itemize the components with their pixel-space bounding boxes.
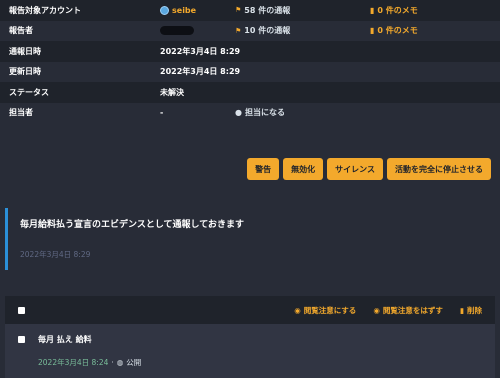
reported-at-value: 2022年3月4日 8:29 <box>160 46 241 56</box>
row-target-account: 報告対象アカウント seibe ⚑ 58 件の通報 ▮ 0 件のメモ <box>0 0 500 21</box>
mark-sensitive-button[interactable]: ◉ 閲覧注意にする <box>294 305 356 316</box>
select-all-checkbox[interactable] <box>18 306 25 314</box>
reporter-reports-link[interactable]: ⚑ 10 件の通報 <box>235 25 370 36</box>
row-updated-at: 更新日時 2022年3月4日 8:29 <box>0 62 500 83</box>
reporter-notes-link[interactable]: ▮ 0 件のメモ <box>370 25 500 36</box>
updated-at-value: 2022年3月4日 8:29 <box>160 67 241 77</box>
row-assignee: 担当者 - ● 担当になる <box>0 103 500 124</box>
eye-icon: ◉ <box>373 305 380 315</box>
status-date-link[interactable]: 2022年3月4日 8:24 <box>38 357 108 368</box>
file-icon: ▮ <box>370 5 375 15</box>
target-notes-link[interactable]: ▮ 0 件のメモ <box>370 5 500 16</box>
avatar <box>160 5 169 15</box>
user-icon: ● <box>235 108 242 118</box>
status-checkbox[interactable] <box>18 336 25 343</box>
reporter-account-link[interactable] <box>160 26 235 36</box>
globe-icon: ◍ <box>116 358 124 367</box>
reported-statuses-panel: ◉ 閲覧注意にする ◉ 閲覧注意をはずす ▮ 削除 毎月 払え 給料 2022年… <box>5 296 495 378</box>
target-reports-link[interactable]: ⚑ 58 件の通報 <box>235 5 370 16</box>
row-label: 通報日時 <box>9 46 41 56</box>
report-info-table: 報告対象アカウント seibe ⚑ 58 件の通報 ▮ 0 件のメモ 報告者 ⚑… <box>0 0 500 123</box>
status-item: 毎月 払え 給料 2022年3月4日 8:24 · ◍ 公開 <box>5 324 495 378</box>
flag-icon: ⚑ <box>235 26 242 35</box>
visibility-label: 公開 <box>126 358 142 367</box>
row-reporter: 報告者 ⚑ 10 件の通報 ▮ 0 件のメモ <box>0 21 500 42</box>
unmark-sensitive-button[interactable]: ◉ 閲覧注意をはずす <box>373 305 443 316</box>
trash-icon: ▮ <box>459 305 464 315</box>
moderation-actions: 警告 無効化 サイレンス 活動を完全に停止させる <box>247 158 491 180</box>
comment-text: 毎月給料払う宣言のエビデンスとして通報しておきます <box>20 220 245 230</box>
target-account-link[interactable]: seibe <box>160 5 235 15</box>
disable-button[interactable]: 無効化 <box>283 158 324 180</box>
flag-icon: ⚑ <box>235 6 242 15</box>
row-status: ステータス 未解決 <box>0 82 500 103</box>
eye-icon: ◉ <box>294 305 301 315</box>
status-content: 毎月 払え 給料 <box>38 335 92 344</box>
row-label: 報告対象アカウント <box>9 5 81 15</box>
file-icon: ▮ <box>370 26 375 36</box>
status-meta: 2022年3月4日 8:24 · ◍ 公開 <box>38 357 142 368</box>
delete-button[interactable]: ▮ 削除 <box>460 305 482 316</box>
assign-to-self-link[interactable]: ● 担当になる <box>235 107 370 118</box>
row-label: 更新日時 <box>9 67 41 77</box>
redacted-avatar <box>160 26 194 36</box>
silence-button[interactable]: サイレンス <box>327 158 383 180</box>
report-comment: 毎月給料払う宣言のエビデンスとして通報しておきます 2022年3月4日 8:29 <box>5 208 495 270</box>
suspend-button[interactable]: 活動を完全に停止させる <box>387 158 491 180</box>
row-label: 担当者 <box>9 108 33 118</box>
row-label: 報告者 <box>9 26 33 36</box>
status-value: 未解決 <box>160 87 184 97</box>
comment-date: 2022年3月4日 8:29 <box>20 250 91 259</box>
row-reported-at: 通報日時 2022年3月4日 8:29 <box>0 41 500 62</box>
batch-actions-bar: ◉ 閲覧注意にする ◉ 閲覧注意をはずす ▮ 削除 <box>5 296 495 324</box>
warn-button[interactable]: 警告 <box>247 158 280 180</box>
assignee-value: - <box>160 108 164 118</box>
row-label: ステータス <box>9 87 49 97</box>
